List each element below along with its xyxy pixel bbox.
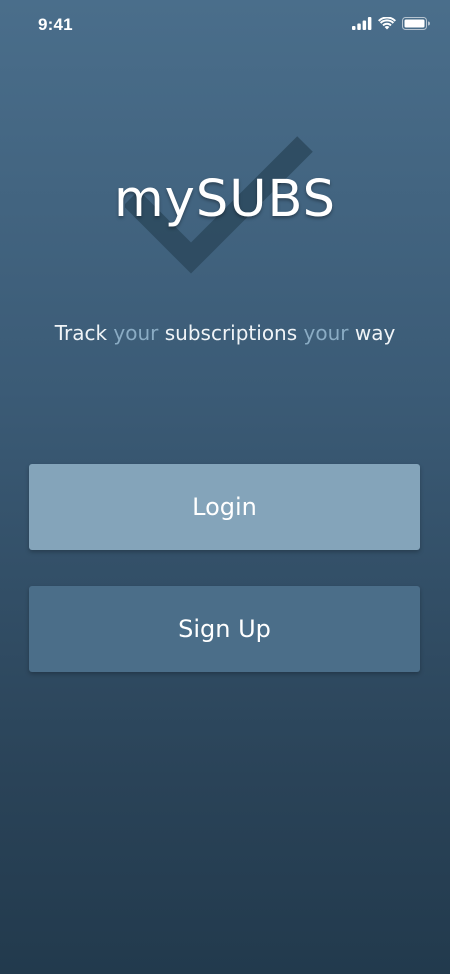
cellular-signal-icon: [352, 17, 372, 30]
sign-up-button[interactable]: Sign Up: [29, 586, 420, 672]
wifi-icon: [378, 17, 396, 30]
status-time: 9:41: [38, 15, 73, 34]
tagline-text-2: subscriptions: [158, 321, 304, 345]
tagline-text-1: Track: [54, 321, 114, 345]
tagline-text-3: way: [348, 321, 396, 345]
status-bar: 9:41: [0, 0, 450, 52]
app-logo: mySUBS: [0, 120, 450, 280]
status-icons: [352, 17, 430, 30]
app-title: mySUBS: [113, 170, 337, 229]
battery-icon: [402, 17, 430, 30]
login-button[interactable]: Login: [29, 464, 420, 550]
tagline: Track your subscriptions your way: [0, 321, 450, 345]
tagline-accent-1: your: [113, 321, 159, 345]
tagline-accent-2: your: [303, 321, 349, 345]
